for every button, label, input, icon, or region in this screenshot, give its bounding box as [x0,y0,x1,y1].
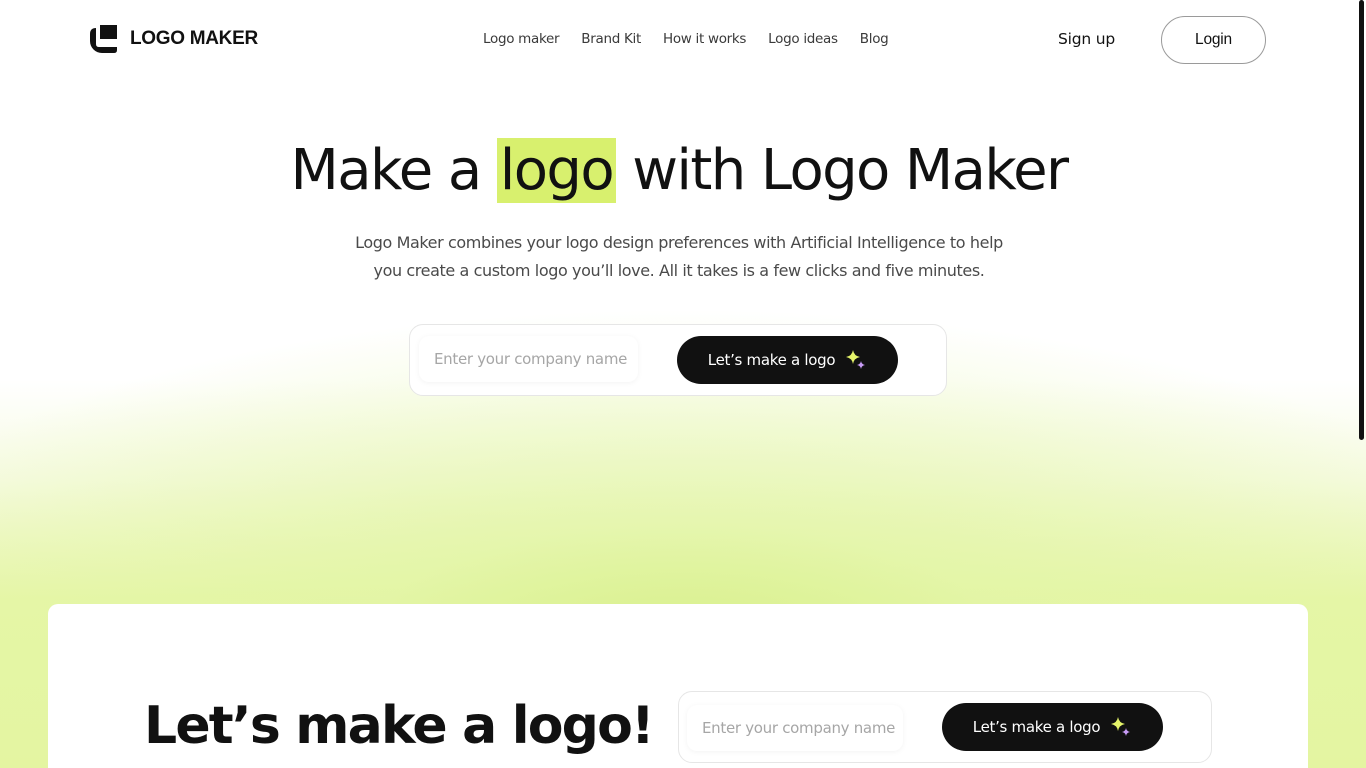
card-make-logo-label: Let’s make a logo [972,718,1101,736]
hero-title-prefix: Make a [290,138,497,203]
hero-company-name-input[interactable] [419,336,638,382]
hero-form: Let’s make a logo [409,324,947,396]
logo-mark-icon [90,25,117,53]
nav-item-brand-kit[interactable]: Brand Kit [581,31,641,47]
nav-item-how-it-works[interactable]: How it works [663,31,746,47]
main-nav: Logo maker Brand Kit How it works Logo i… [483,31,889,47]
signup-link[interactable]: Sign up [1058,30,1115,48]
card-make-logo-button[interactable]: Let’s make a logo [942,703,1163,751]
nav-item-blog[interactable]: Blog [860,31,889,47]
nav-item-logo-maker[interactable]: Logo maker [483,31,560,47]
sparkle-icon [846,350,866,369]
hero-title-suffix: with Logo Maker [616,138,1069,203]
page: LOGO MAKER Logo maker Brand Kit How it w… [0,0,1366,768]
hero-make-logo-label: Let’s make a logo [707,351,836,369]
hero-make-logo-button[interactable]: Let’s make a logo [677,336,898,384]
sparkle-icon [1111,717,1131,736]
card-company-name-input[interactable] [687,705,903,751]
card-form: Let’s make a logo [678,691,1212,763]
brand-logo[interactable]: LOGO MAKER [90,25,258,53]
login-button[interactable]: Login [1161,16,1266,64]
brand-name: LOGO MAKER [130,28,258,49]
top-header: LOGO MAKER Logo maker Brand Kit How it w… [0,0,1366,80]
scrollbar-thumb[interactable] [1359,0,1364,440]
card-title: Let’s make a logo! [144,696,655,756]
nav-item-logo-ideas[interactable]: Logo ideas [768,31,838,47]
hero-subtitle: Logo Maker combines your logo design pre… [355,233,1003,280]
hero-title-highlight: logo [496,138,617,203]
hero-title: Make a logo with Logo Maker [0,138,1358,203]
